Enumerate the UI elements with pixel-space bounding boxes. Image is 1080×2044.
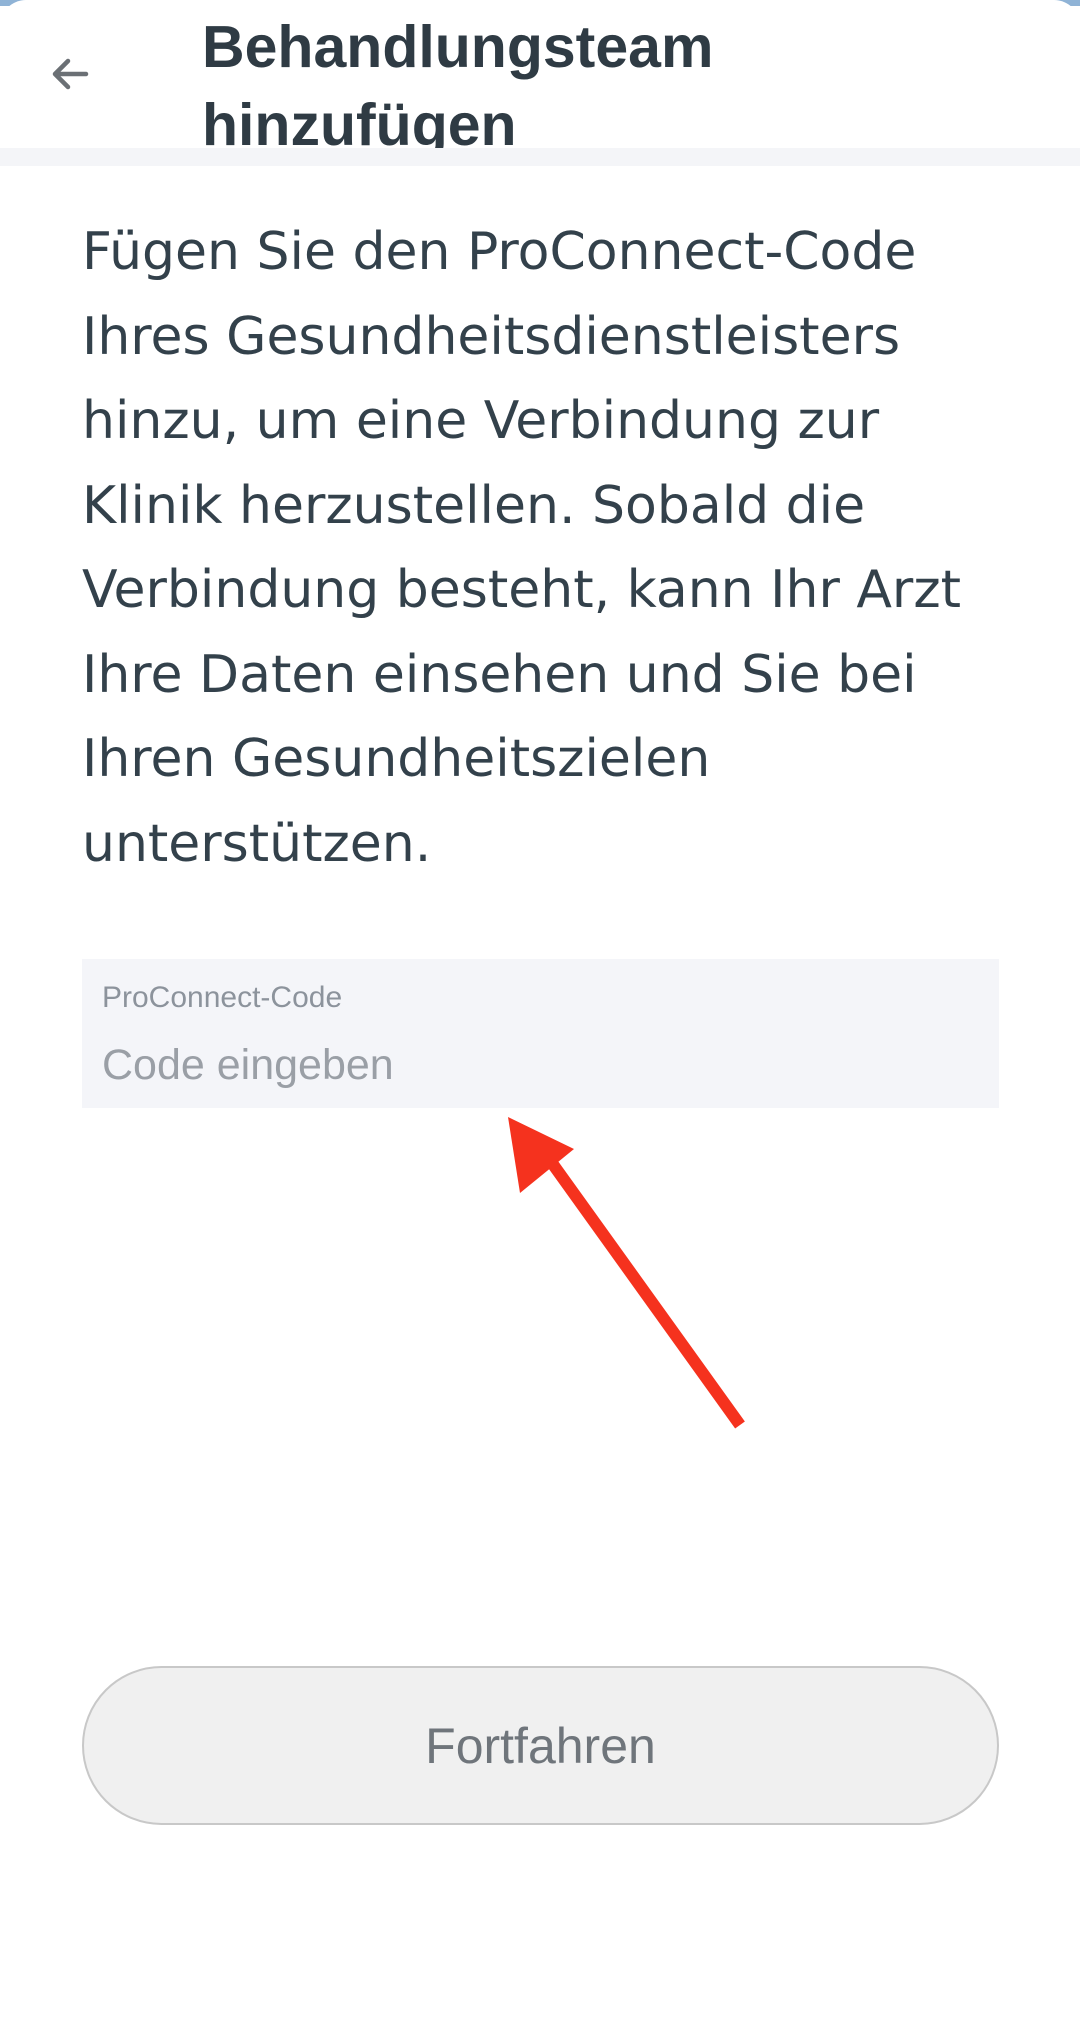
code-input[interactable] [102, 1037, 962, 1093]
app-header: Behandlungsteam hinzufügen [0, 0, 1080, 148]
arrow-left-icon [52, 58, 89, 90]
code-field-label: ProConnect-Code [102, 981, 343, 1014]
page-title: Behandlungsteam hinzufügen [202, 14, 714, 148]
back-button[interactable] [30, 34, 110, 114]
continue-button[interactable]: Fortfahren [82, 1666, 999, 1825]
red-arrow-annotation [508, 1117, 745, 1429]
header-divider [0, 148, 1080, 166]
proconnect-code-field[interactable]: ProConnect-Code [82, 959, 999, 1108]
intro-text: Fügen Sie den ProConnect-Code Ihres Gesu… [82, 222, 961, 874]
